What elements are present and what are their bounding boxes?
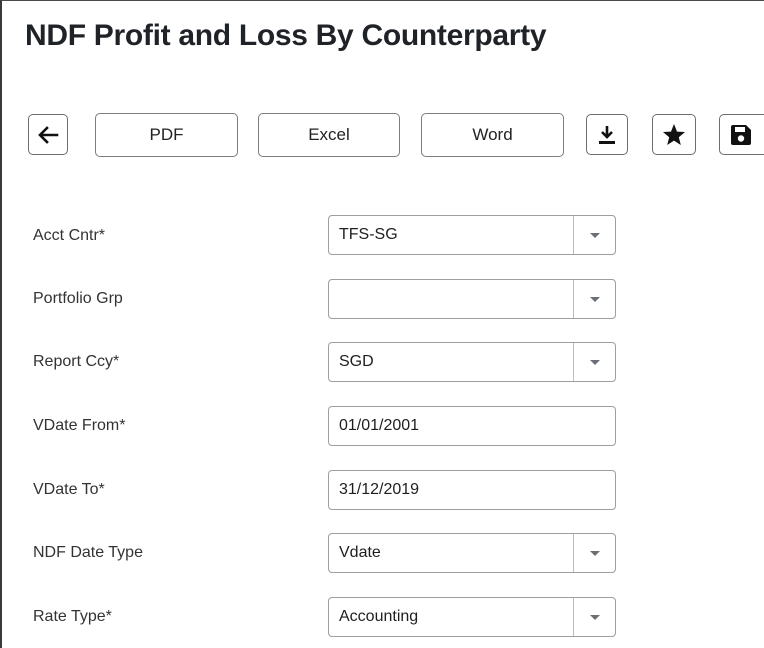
pdf-button[interactable]: PDF [95, 113, 238, 157]
chevron-down-icon [589, 550, 600, 556]
chevron-down-icon [589, 359, 600, 365]
rate-type-select[interactable]: Accounting [328, 597, 616, 637]
chevron-down-icon [589, 232, 600, 238]
ndf-date-type-label: NDF Date Type [33, 544, 143, 561]
chevron-down-icon [589, 296, 600, 302]
portfolio-grp-dropdown-toggle[interactable] [573, 280, 615, 318]
report-panel: NDF Profit and Loss By Counterparty PDF … [0, 0, 764, 648]
star-icon [663, 124, 685, 145]
word-button[interactable]: Word [421, 113, 564, 157]
acct-cntr-label: Acct Cntr* [33, 227, 106, 244]
rate-type-label: Rate Type* [33, 608, 112, 625]
acct-cntr-dropdown-toggle[interactable] [573, 216, 615, 254]
download-button[interactable] [586, 114, 628, 155]
portfolio-grp-select[interactable] [328, 279, 616, 319]
page-title: NDF Profit and Loss By Counterparty [25, 19, 547, 52]
ndf-date-type-select[interactable]: Vdate [328, 533, 616, 573]
portfolio-grp-label: Portfolio Grp [33, 290, 123, 307]
acct-cntr-value: TFS-SG [339, 226, 398, 243]
acct-cntr-select[interactable]: TFS-SG [328, 215, 616, 255]
ndf-date-type-dropdown-toggle[interactable] [573, 534, 615, 572]
report-ccy-select[interactable]: SGD [328, 342, 616, 382]
report-ccy-label: Report Ccy* [33, 353, 120, 370]
rate-type-dropdown-toggle[interactable] [573, 598, 615, 636]
favorite-button[interactable] [652, 114, 696, 155]
arrow-left-icon [38, 125, 59, 144]
vdate-from-input[interactable]: 01/01/2001 [328, 406, 616, 446]
vdate-to-label: VDate To* [33, 481, 105, 498]
vdate-to-value: 31/12/2019 [339, 481, 420, 498]
chevron-down-icon [589, 614, 600, 620]
download-icon [599, 125, 615, 144]
vdate-to-input[interactable]: 31/12/2019 [328, 470, 616, 510]
excel-button[interactable]: Excel [258, 113, 400, 157]
rate-type-value: Accounting [339, 608, 419, 625]
save-button[interactable] [719, 114, 764, 155]
vdate-from-value: 01/01/2001 [339, 417, 420, 434]
ndf-date-type-value: Vdate [339, 544, 381, 561]
report-ccy-dropdown-toggle[interactable] [573, 343, 615, 381]
report-ccy-value: SGD [339, 353, 374, 370]
vdate-from-label: VDate From* [33, 417, 126, 434]
floppy-disk-icon [731, 124, 751, 145]
back-button[interactable] [28, 114, 68, 155]
